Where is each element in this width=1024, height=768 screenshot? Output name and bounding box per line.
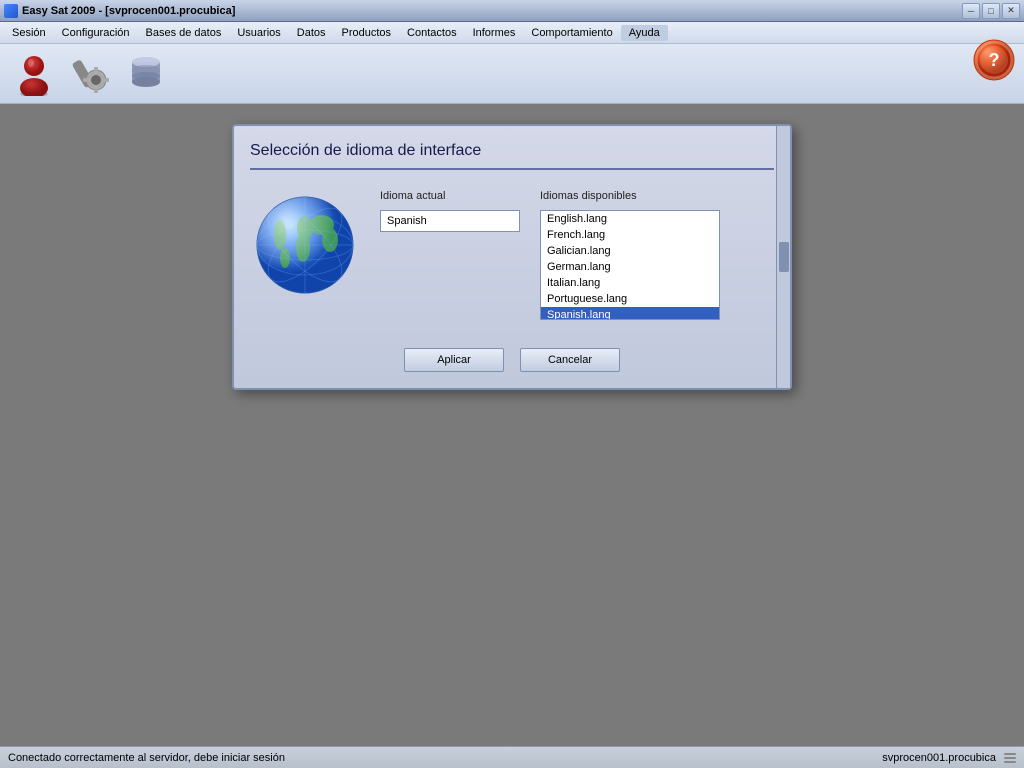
language-listbox[interactable]: English.langFrench.langGalician.langGerm…	[540, 210, 720, 320]
main-content: Selección de idioma de interface	[0, 104, 1024, 746]
toolbar: ?	[0, 44, 1024, 104]
help-icon: ?	[972, 38, 1016, 82]
available-langs-section: Idiomas disponibles English.langFrench.l…	[540, 190, 720, 320]
current-lang-section: Idioma actual	[380, 190, 520, 320]
menu-datos[interactable]: Datos	[289, 25, 334, 41]
database-icon	[126, 52, 166, 96]
svg-text:?: ?	[989, 50, 1000, 70]
minimize-button[interactable]: ─	[962, 3, 980, 19]
list-item[interactable]: English.lang	[541, 211, 719, 227]
settings-toolbar-btn[interactable]	[64, 48, 116, 100]
menu-usuarios[interactable]: Usuarios	[229, 25, 288, 41]
menu-ayuda[interactable]: Ayuda	[621, 25, 668, 41]
title-text: Easy Sat 2009 - [svprocen001.procubica]	[4, 4, 235, 18]
menu-contactos[interactable]: Contactos	[399, 25, 465, 41]
dialog-scrollbar[interactable]	[776, 126, 790, 388]
help-toolbar-btn[interactable]: ?	[972, 38, 1016, 85]
scrollbar-thumb	[779, 242, 789, 272]
current-lang-input[interactable]	[380, 210, 520, 232]
list-item[interactable]: Portuguese.lang	[541, 291, 719, 307]
available-langs-label: Idiomas disponibles	[540, 190, 720, 202]
menu-sesion[interactable]: Sesión	[4, 25, 54, 41]
status-left: Conectado correctamente al servidor, deb…	[8, 752, 285, 764]
user-toolbar-btn[interactable]	[8, 48, 60, 100]
globe-container	[250, 190, 360, 300]
list-item[interactable]: Spanish.lang	[541, 307, 719, 320]
menu-bar: Sesión Configuración Bases de datos Usua…	[0, 22, 1024, 44]
dialog-form: Idioma actual Idiomas disponibles Englis…	[380, 190, 774, 320]
apply-button[interactable]: Aplicar	[404, 348, 504, 372]
dialog-body: Idioma actual Idiomas disponibles Englis…	[250, 178, 774, 332]
language-dialog: Selección de idioma de interface	[232, 124, 792, 390]
list-item[interactable]: French.lang	[541, 227, 719, 243]
close-button[interactable]: ✕	[1002, 3, 1020, 19]
status-right: svprocen001.procubica	[882, 752, 996, 764]
database-toolbar-btn[interactable]	[120, 48, 172, 100]
resize-grip	[1004, 752, 1016, 764]
status-bar: Conectado correctamente al servidor, deb…	[0, 746, 1024, 768]
menu-productos[interactable]: Productos	[334, 25, 400, 41]
list-item[interactable]: German.lang	[541, 259, 719, 275]
gear-icon	[70, 52, 110, 96]
globe-icon	[250, 190, 360, 300]
menu-informes[interactable]: Informes	[465, 25, 524, 41]
window-title: Easy Sat 2009 - [svprocen001.procubica]	[22, 5, 235, 17]
title-bar: Easy Sat 2009 - [svprocen001.procubica] …	[0, 0, 1024, 22]
menu-configuracion[interactable]: Configuración	[54, 25, 138, 41]
menu-comportamiento[interactable]: Comportamiento	[523, 25, 620, 41]
menu-basesdedatos[interactable]: Bases de datos	[138, 25, 230, 41]
list-item[interactable]: Italian.lang	[541, 275, 719, 291]
cancel-button[interactable]: Cancelar	[520, 348, 620, 372]
window-controls: ─ □ ✕	[962, 3, 1020, 19]
current-lang-label: Idioma actual	[380, 190, 520, 202]
list-item[interactable]: Galician.lang	[541, 243, 719, 259]
app-icon	[4, 4, 18, 18]
dialog-title: Selección de idioma de interface	[250, 142, 774, 170]
user-icon	[16, 52, 52, 96]
maximize-button[interactable]: □	[982, 3, 1000, 19]
dialog-buttons: Aplicar Cancelar	[250, 348, 774, 372]
